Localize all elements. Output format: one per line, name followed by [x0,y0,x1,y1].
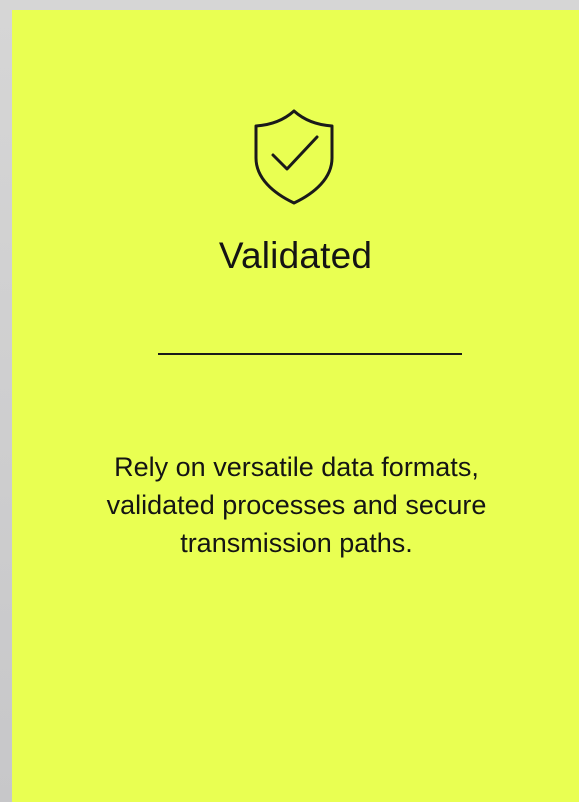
card-description: Rely on versatile data formats, validate… [106,452,487,558]
divider [158,353,462,355]
card-title: Validated [218,235,373,276]
shield-check-icon [251,108,341,208]
feature-card: Validated Rely on versatile data formats… [12,10,579,802]
